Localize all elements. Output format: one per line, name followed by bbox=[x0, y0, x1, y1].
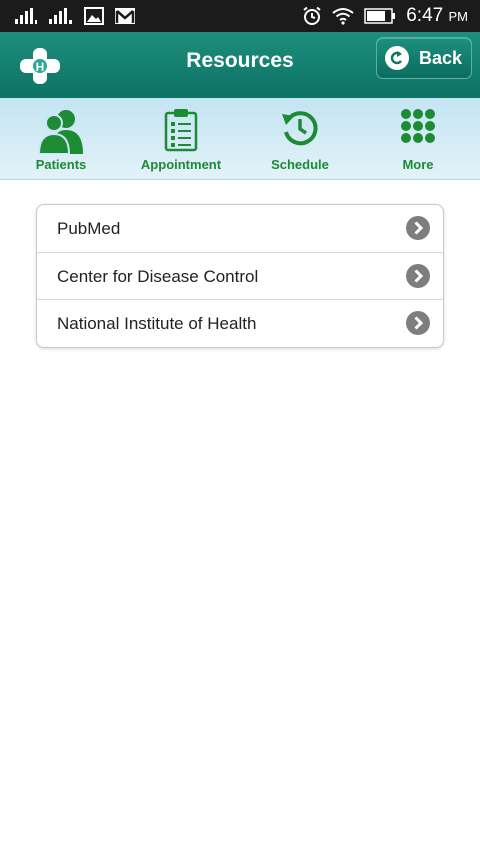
tab-label: Schedule bbox=[271, 157, 329, 172]
tab-schedule[interactable]: Schedule bbox=[245, 104, 355, 174]
tab-label: Patients bbox=[35, 157, 87, 172]
status-right-icons: 6:47 PM bbox=[302, 4, 468, 28]
chevron-right-icon bbox=[406, 311, 430, 335]
logo-letter: H bbox=[36, 60, 45, 74]
status-bar: 6:47 PM bbox=[0, 0, 480, 32]
status-left-icons bbox=[14, 6, 136, 26]
app-header: H Resources Back bbox=[0, 32, 480, 98]
tab-appointment[interactable]: Appointment bbox=[126, 104, 236, 174]
tab-more[interactable]: More bbox=[363, 104, 473, 174]
battery-icon bbox=[364, 8, 396, 24]
signal-icon bbox=[15, 8, 37, 24]
list-item-pubmed[interactable]: PubMed bbox=[37, 205, 443, 252]
status-time: 6:47 PM bbox=[406, 5, 468, 26]
hospital-cross-logo: H bbox=[20, 48, 60, 84]
list-item-label: Center for Disease Control bbox=[57, 267, 259, 286]
list-item-nih[interactable]: National Institute of Health bbox=[37, 299, 443, 346]
list-item-label: National Institute of Health bbox=[57, 314, 257, 333]
back-button[interactable]: Back bbox=[376, 37, 472, 79]
chevron-right-icon bbox=[406, 216, 430, 240]
chevron-right-icon bbox=[406, 264, 430, 288]
clipboard-icon bbox=[164, 109, 198, 152]
resources-list: PubMed Center for Disease Control Nation… bbox=[36, 204, 444, 348]
tab-bar: Patients Appointment Schedule More bbox=[0, 98, 480, 180]
alarm-icon bbox=[303, 6, 321, 25]
gmail-icon bbox=[115, 8, 135, 24]
back-button-label: Back bbox=[419, 47, 463, 68]
patients-icon bbox=[37, 110, 83, 154]
history-icon bbox=[282, 111, 318, 146]
wifi-icon bbox=[332, 8, 354, 25]
signal-icon bbox=[49, 8, 72, 24]
grid-icon bbox=[401, 109, 435, 143]
tab-label: More bbox=[402, 157, 434, 172]
tab-label: Appointment bbox=[140, 157, 222, 172]
image-icon bbox=[84, 7, 104, 25]
list-item-label: PubMed bbox=[57, 219, 121, 238]
back-arrow-icon bbox=[385, 46, 409, 70]
list-item-cdc[interactable]: Center for Disease Control bbox=[37, 252, 443, 299]
tab-patients[interactable]: Patients bbox=[6, 104, 116, 174]
